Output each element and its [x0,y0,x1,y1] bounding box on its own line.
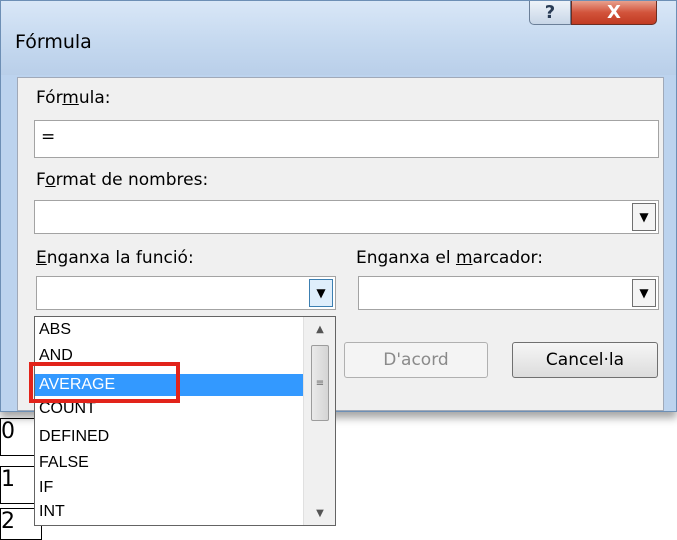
dialog-title: Fórmula [15,31,92,53]
cancel-button[interactable]: Cancel·la [512,342,658,378]
label-mnemonic: m [455,248,473,268]
scroll-up-button[interactable]: ▲ [304,319,336,339]
label-part: rmat de nombres: [55,170,209,190]
number-format-combo[interactable]: ▼ [34,200,659,234]
help-icon: ? [544,2,556,23]
ok-button[interactable]: D'acord [344,342,488,378]
triangle-up-icon: ▲ [316,323,324,335]
dropdown-arrow-button[interactable]: ▼ [309,279,333,307]
dropdown-arrow-button[interactable]: ▼ [632,279,656,307]
formula-input[interactable]: = [34,120,659,158]
label-part: arcador: [472,248,543,268]
table-cell-text: 1 [1,467,15,492]
label-part: Fór [36,88,63,108]
formula-value: = [41,127,56,147]
label-part: Enganxa el [356,248,456,268]
list-item[interactable]: ABS [35,319,305,341]
list-item[interactable]: IF [35,477,305,499]
close-icon: X [607,2,621,23]
number-format-label: Format de nombres: [36,170,208,190]
paste-function-label: Enganxa la funció: [36,248,194,268]
help-button[interactable]: ? [529,1,571,25]
label-part: ula: [78,88,111,108]
paste-bookmark-label: Enganxa el marcador: [356,248,543,268]
list-item[interactable]: FALSE [35,452,305,474]
close-button[interactable]: X [571,1,657,25]
vertical-scrollbar[interactable]: ▲ ≡ ▼ [303,317,335,525]
label-mnemonic: o [45,170,56,190]
scroll-thumb[interactable]: ≡ [311,345,329,421]
grip-lines-icon: ≡ [315,377,325,389]
chevron-down-icon: ▼ [639,286,649,300]
list-item[interactable]: INT [35,501,305,523]
list-item[interactable]: DEFINED [35,426,305,448]
chevron-down-icon: ▼ [316,286,326,300]
function-dropdown-list[interactable]: ABS AND AVERAGE COUNT DEFINED FALSE IF I… [34,316,336,526]
label-part: F [36,170,46,190]
table-cell-text: 0 [1,419,15,444]
label-mnemonic: E [36,248,47,268]
formula-label: Fórmula: [36,88,110,108]
paste-function-combo[interactable]: ▼ [36,276,336,310]
label-part: nganxa la funció: [46,248,194,268]
chevron-down-icon: ▼ [639,210,649,224]
label-mnemonic: m [62,88,79,108]
triangle-down-icon: ▼ [316,507,324,519]
title-bar[interactable]: Fórmula ? X [1,1,676,75]
paste-bookmark-combo[interactable]: ▼ [358,276,659,310]
table-cell-text: 2 [1,509,15,534]
dropdown-arrow-button[interactable]: ▼ [632,203,656,231]
annotation-highlight-box [29,362,180,403]
scroll-down-button[interactable]: ▼ [304,503,336,523]
